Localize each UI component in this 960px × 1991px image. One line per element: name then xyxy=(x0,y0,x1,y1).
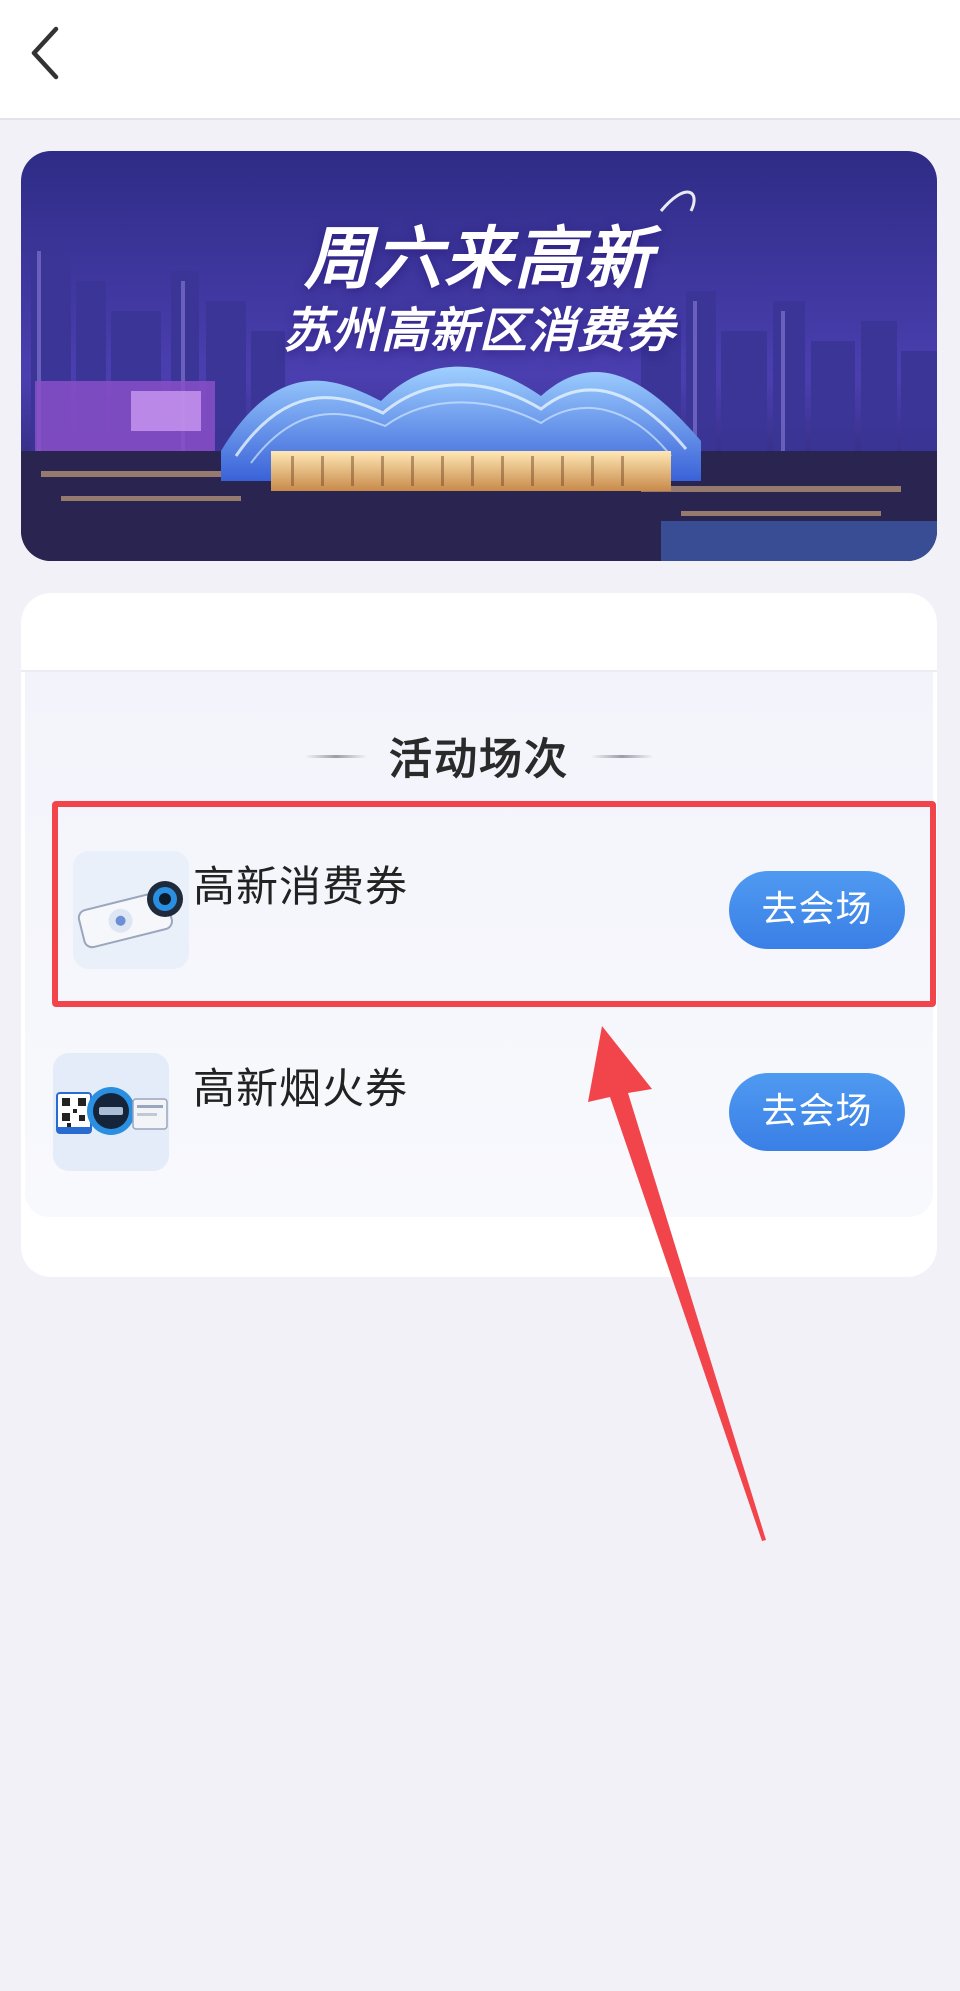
qr-code-kiosk-image xyxy=(53,1053,169,1171)
banner-subtitle: 苏州高新区消费券 xyxy=(282,303,675,359)
title-dash-right xyxy=(591,754,653,758)
promo-banner[interactable]: 周六来高新 苏州高新区消费券 xyxy=(21,151,937,561)
banner-title: 周六来高新 xyxy=(303,220,654,299)
event-name: 高新烟火券 xyxy=(193,1064,409,1113)
top-nav-bar xyxy=(0,0,960,120)
title-dash-left xyxy=(305,754,367,758)
event-item-fireworks[interactable]: 高新烟火券 去会场 xyxy=(51,1053,921,1177)
section-title-text: 活动场次 xyxy=(389,735,569,785)
back-button[interactable] xyxy=(14,18,78,88)
event-name: 高新消费券 xyxy=(193,862,409,911)
go-venue-button[interactable]: 去会场 xyxy=(729,871,905,949)
voucher-device-image xyxy=(73,851,189,969)
activity-card: 活动场次 高新消费券 去会场 高新烟火券 去会场 xyxy=(21,593,937,1277)
section-title: 活动场次 xyxy=(21,726,937,786)
event-item-voucher[interactable]: 高新消费券 去会场 xyxy=(51,851,921,975)
go-venue-button[interactable]: 去会场 xyxy=(729,1073,905,1151)
chevron-left-icon xyxy=(31,26,59,80)
